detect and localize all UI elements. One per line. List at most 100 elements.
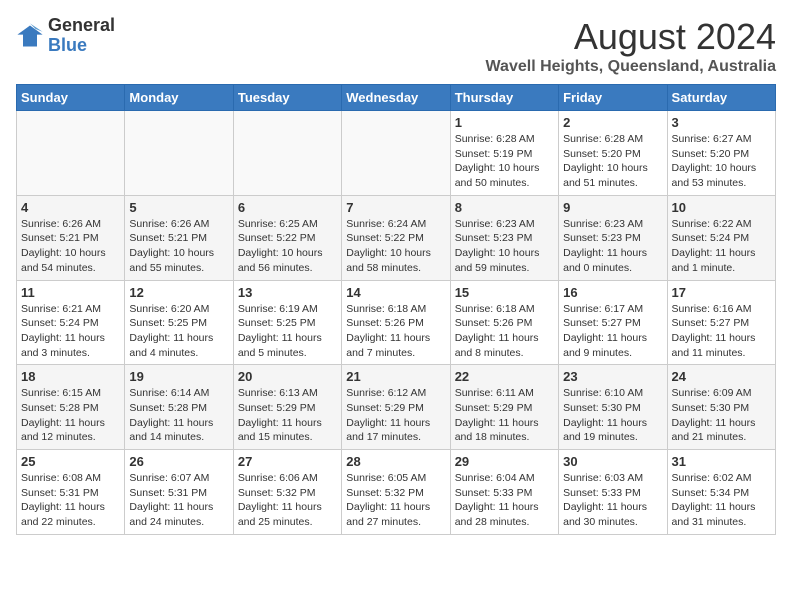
day-number: 28 [346, 454, 445, 469]
calendar-cell: 6Sunrise: 6:25 AMSunset: 5:22 PMDaylight… [233, 195, 341, 280]
day-info: Sunrise: 6:08 AMSunset: 5:31 PMDaylight:… [21, 471, 120, 530]
day-info: Sunrise: 6:13 AMSunset: 5:29 PMDaylight:… [238, 386, 337, 445]
calendar-cell: 13 Sunrise: 6:19 AMSunset: 5:25 PMDayligh… [233, 280, 341, 365]
calendar-cell: 22Sunrise: 6:11 AMSunset: 5:29 PMDayligh… [450, 365, 558, 450]
calendar-cell: 11 Sunrise: 6:21 AMSunset: 5:24 PMDayligh… [17, 280, 125, 365]
day-number: 19 [129, 369, 228, 384]
calendar-cell: 17Sunrise: 6:16 AMSunset: 5:27 PMDayligh… [667, 280, 775, 365]
calendar-cell: 2 Sunrise: 6:28 AMSunset: 5:20 PMDaylight… [559, 111, 667, 196]
col-header-tuesday: Tuesday [233, 85, 341, 111]
day-info: Sunrise: 6:06 AMSunset: 5:32 PMDaylight:… [238, 471, 337, 530]
calendar-cell: 18 Sunrise: 6:15 AMSunset: 5:28 PMDayligh… [17, 365, 125, 450]
day-number: 5 [129, 200, 228, 215]
day-info: Sunrise: 6:02 AMSunset: 5:34 PMDaylight:… [672, 471, 771, 530]
day-info: Sunrise: 6:17 AMSunset: 5:27 PMDaylight:… [563, 302, 662, 361]
col-header-wednesday: Wednesday [342, 85, 450, 111]
day-info: Sunrise: 6:07 AMSunset: 5:31 PMDaylight:… [129, 471, 228, 530]
day-number: 30 [563, 454, 662, 469]
calendar-week-row: 18 Sunrise: 6:15 AMSunset: 5:28 PMDayligh… [17, 365, 776, 450]
day-number: 20 [238, 369, 337, 384]
day-info: Sunrise: 6:27 AMSunset: 5:20 PMDaylight:… [672, 132, 771, 191]
calendar-cell [233, 111, 341, 196]
logo-icon [16, 22, 44, 50]
location-title: Wavell Heights, Queensland, Australia [486, 58, 776, 76]
day-number: 18 [21, 369, 120, 384]
day-info: Sunrise: 6:15 AMSunset: 5:28 PMDaylight:… [21, 386, 120, 445]
title-section: August 2024 Wavell Heights, Queensland, … [486, 16, 776, 76]
day-number: 25 [21, 454, 120, 469]
day-info: Sunrise: 6:24 AMSunset: 5:22 PMDaylight:… [346, 217, 445, 276]
day-info: Sunrise: 6:28 AMSunset: 5:20 PMDaylight:… [563, 132, 662, 191]
calendar-cell: 25 Sunrise: 6:08 AMSunset: 5:31 PMDayligh… [17, 450, 125, 535]
calendar-cell: 8Sunrise: 6:23 AMSunset: 5:23 PMDaylight… [450, 195, 558, 280]
page-header: General Blue August 2024 Wavell Heights,… [16, 16, 776, 76]
calendar-cell: 21Sunrise: 6:12 AMSunset: 5:29 PMDayligh… [342, 365, 450, 450]
day-info: Sunrise: 6:23 AMSunset: 5:23 PMDaylight:… [455, 217, 554, 276]
calendar-cell: 29Sunrise: 6:04 AMSunset: 5:33 PMDayligh… [450, 450, 558, 535]
day-info: Sunrise: 6:23 AMSunset: 5:23 PMDaylight:… [563, 217, 662, 276]
calendar-cell: 27 Sunrise: 6:06 AMSunset: 5:32 PMDayligh… [233, 450, 341, 535]
day-number: 14 [346, 285, 445, 300]
day-number: 13 [238, 285, 337, 300]
day-number: 3 [672, 115, 771, 130]
day-info: Sunrise: 6:19 AMSunset: 5:25 PMDaylight:… [238, 302, 337, 361]
calendar-cell: 26 Sunrise: 6:07 AMSunset: 5:31 PMDayligh… [125, 450, 233, 535]
calendar-cell: 19 Sunrise: 6:14 AMSunset: 5:28 PMDayligh… [125, 365, 233, 450]
day-number: 24 [672, 369, 771, 384]
day-number: 29 [455, 454, 554, 469]
calendar-cell: 3 Sunrise: 6:27 AMSunset: 5:20 PMDaylight… [667, 111, 775, 196]
calendar-cell: 4 Sunrise: 6:26 AMSunset: 5:21 PMDaylight… [17, 195, 125, 280]
day-number: 11 [21, 285, 120, 300]
day-number: 4 [21, 200, 120, 215]
day-number: 17 [672, 285, 771, 300]
calendar-cell: 1 Sunrise: 6:28 AMSunset: 5:19 PMDaylight… [450, 111, 558, 196]
calendar-week-row: 11 Sunrise: 6:21 AMSunset: 5:24 PMDayligh… [17, 280, 776, 365]
day-info: Sunrise: 6:18 AMSunset: 5:26 PMDaylight:… [346, 302, 445, 361]
calendar-header-row: SundayMondayTuesdayWednesdayThursdayFrid… [17, 85, 776, 111]
day-info: Sunrise: 6:26 AMSunset: 5:21 PMDaylight:… [21, 217, 120, 276]
day-number: 27 [238, 454, 337, 469]
day-info: Sunrise: 6:20 AMSunset: 5:25 PMDaylight:… [129, 302, 228, 361]
col-header-sunday: Sunday [17, 85, 125, 111]
day-info: Sunrise: 6:28 AMSunset: 5:19 PMDaylight:… [455, 132, 554, 191]
calendar-week-row: 1 Sunrise: 6:28 AMSunset: 5:19 PMDaylight… [17, 111, 776, 196]
calendar-cell: 23Sunrise: 6:10 AMSunset: 5:30 PMDayligh… [559, 365, 667, 450]
day-number: 16 [563, 285, 662, 300]
calendar-cell: 10 Sunrise: 6:22 AMSunset: 5:24 PMDayligh… [667, 195, 775, 280]
calendar-cell: 15Sunrise: 6:18 AMSunset: 5:26 PMDayligh… [450, 280, 558, 365]
day-info: Sunrise: 6:11 AMSunset: 5:29 PMDaylight:… [455, 386, 554, 445]
logo-line2: Blue [48, 36, 115, 56]
day-info: Sunrise: 6:05 AMSunset: 5:32 PMDaylight:… [346, 471, 445, 530]
calendar-cell: 28 Sunrise: 6:05 AMSunset: 5:32 PMDayligh… [342, 450, 450, 535]
calendar-cell: 12 Sunrise: 6:20 AMSunset: 5:25 PMDayligh… [125, 280, 233, 365]
day-info: Sunrise: 6:14 AMSunset: 5:28 PMDaylight:… [129, 386, 228, 445]
day-info: Sunrise: 6:10 AMSunset: 5:30 PMDaylight:… [563, 386, 662, 445]
col-header-monday: Monday [125, 85, 233, 111]
day-info: Sunrise: 6:25 AMSunset: 5:22 PMDaylight:… [238, 217, 337, 276]
day-number: 10 [672, 200, 771, 215]
day-number: 12 [129, 285, 228, 300]
day-number: 26 [129, 454, 228, 469]
day-info: Sunrise: 6:03 AMSunset: 5:33 PMDaylight:… [563, 471, 662, 530]
calendar-cell: 7 Sunrise: 6:24 AMSunset: 5:22 PMDaylight… [342, 195, 450, 280]
calendar-cell: 20 Sunrise: 6:13 AMSunset: 5:29 PMDayligh… [233, 365, 341, 450]
day-info: Sunrise: 6:18 AMSunset: 5:26 PMDaylight:… [455, 302, 554, 361]
calendar-cell [342, 111, 450, 196]
calendar-week-row: 25 Sunrise: 6:08 AMSunset: 5:31 PMDayligh… [17, 450, 776, 535]
calendar-cell: 9Sunrise: 6:23 AMSunset: 5:23 PMDaylight… [559, 195, 667, 280]
day-number: 31 [672, 454, 771, 469]
col-header-thursday: Thursday [450, 85, 558, 111]
logo: General Blue [16, 16, 115, 56]
calendar-cell: 5Sunrise: 6:26 AMSunset: 5:21 PMDaylight… [125, 195, 233, 280]
day-number: 21 [346, 369, 445, 384]
calendar-table: SundayMondayTuesdayWednesdayThursdayFrid… [16, 84, 776, 535]
day-info: Sunrise: 6:22 AMSunset: 5:24 PMDaylight:… [672, 217, 771, 276]
day-number: 2 [563, 115, 662, 130]
calendar-cell: 14 Sunrise: 6:18 AMSunset: 5:26 PMDayligh… [342, 280, 450, 365]
calendar-week-row: 4 Sunrise: 6:26 AMSunset: 5:21 PMDaylight… [17, 195, 776, 280]
day-info: Sunrise: 6:21 AMSunset: 5:24 PMDaylight:… [21, 302, 120, 361]
calendar-cell: 31 Sunrise: 6:02 AMSunset: 5:34 PMDayligh… [667, 450, 775, 535]
month-title: August 2024 [486, 16, 776, 58]
day-number: 7 [346, 200, 445, 215]
day-number: 1 [455, 115, 554, 130]
